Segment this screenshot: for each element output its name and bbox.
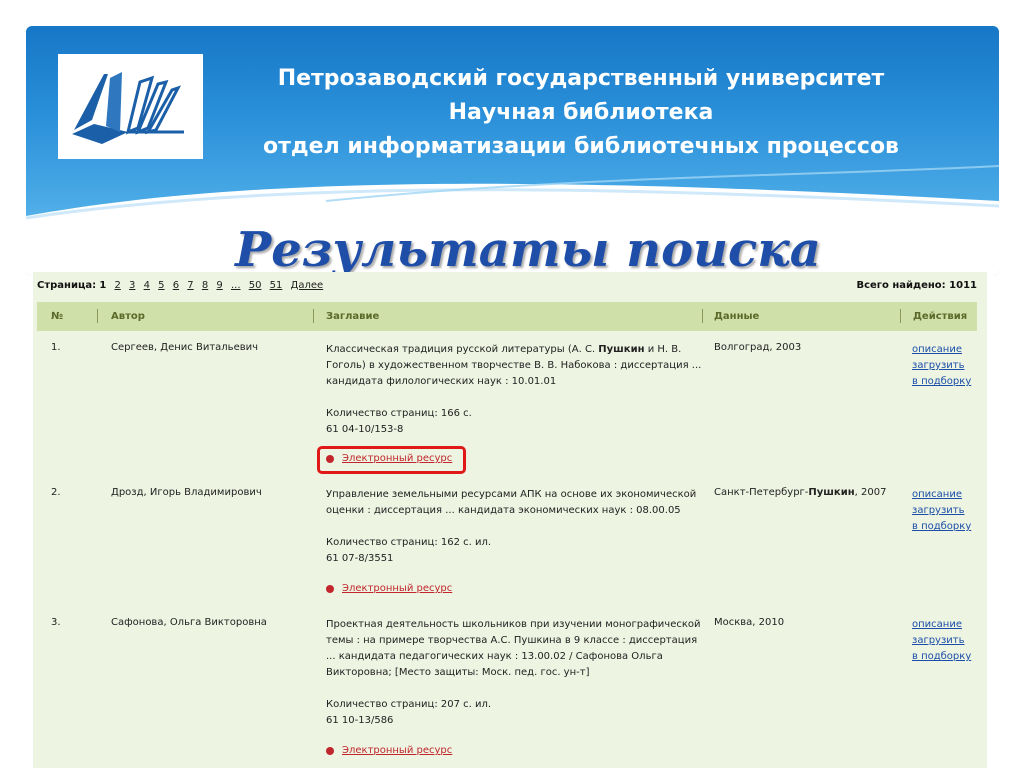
pagination-current: 1	[99, 280, 107, 291]
row-number: 3.	[51, 617, 61, 628]
search-results-panel: Страница: 1 2 3 4 5 6 7 8 9 ... 50 51 Да…	[33, 272, 987, 768]
pagination: Страница: 1 2 3 4 5 6 7 8 9 ... 50 51 Да…	[37, 280, 323, 291]
row-number: 2.	[51, 487, 61, 498]
describe-link[interactable]: описание	[912, 342, 971, 358]
table-header: № Автор Заглавие Данные Действия	[37, 302, 977, 331]
page-link-2[interactable]: 2	[114, 280, 120, 291]
download-link[interactable]: загрузить	[912, 358, 971, 374]
add-to-selection-link[interactable]: в подборку	[912, 519, 971, 535]
department-name: отдел информатизации библиотечных процес…	[263, 134, 899, 159]
electronic-resource-link[interactable]: Электронный ресурс	[342, 583, 452, 594]
describe-link[interactable]: описание	[912, 617, 971, 633]
page-link-3[interactable]: 3	[129, 280, 135, 291]
row-pages: Количество страниц: 162 с. ил.	[326, 537, 492, 548]
red-dot-icon	[326, 746, 334, 755]
library-book-logo	[71, 71, 184, 144]
row-data: Санкт-Петербург-Пушкин, 2007	[714, 487, 887, 498]
row-title: Классическая традиция русской литературы…	[326, 344, 702, 387]
page-link-8[interactable]: 8	[202, 280, 208, 291]
row-pages: Количество страниц: 207 с. ил.	[326, 699, 492, 710]
row-title: Проектная деятельность школьников при из…	[326, 619, 701, 678]
total-found: Всего найдено: 1011	[856, 280, 977, 291]
column-author: Автор	[111, 311, 145, 322]
electronic-resource: Электронный ресурс	[326, 583, 452, 594]
page-link-7[interactable]: 7	[187, 280, 193, 291]
red-dot-icon	[326, 584, 334, 593]
column-actions: Действия	[913, 311, 968, 322]
row-actions: описание загрузить в подборку	[912, 342, 971, 390]
column-num: №	[51, 311, 64, 322]
next-page-link[interactable]: Далее	[291, 280, 324, 291]
university-name: Петрозаводский государственный университ…	[277, 66, 885, 91]
highlight-frame	[317, 446, 466, 474]
electronic-resource: Электронный ресурс	[326, 745, 452, 756]
row-author: Сергеев, Денис Витальевич	[111, 342, 259, 353]
row-data: Москва, 2010	[714, 617, 785, 628]
column-data: Данные	[714, 311, 760, 322]
describe-link[interactable]: описание	[912, 487, 971, 503]
page-link-6[interactable]: 6	[173, 280, 179, 291]
add-to-selection-link[interactable]: в подборку	[912, 649, 971, 665]
row-code: 61 10-13/586	[326, 715, 394, 726]
row-title: Управление земельными ресурсами АПК на о…	[326, 489, 697, 516]
row-actions: описание загрузить в подборку	[912, 487, 971, 535]
page-link-50[interactable]: 50	[249, 280, 262, 291]
slide-title: Результаты поиска	[235, 222, 821, 278]
row-author: Сафонова, Ольга Викторовна	[111, 617, 267, 628]
electronic-resource-link[interactable]: Электронный ресурс	[342, 745, 452, 756]
download-link[interactable]: загрузить	[912, 503, 971, 519]
page-link-5[interactable]: 5	[158, 280, 164, 291]
pagination-label: Страница:	[37, 280, 97, 291]
page-link-9[interactable]: 9	[216, 280, 222, 291]
column-title: Заглавие	[326, 311, 380, 322]
row-actions: описание загрузить в подборку	[912, 617, 971, 665]
library-logo	[58, 54, 203, 159]
row-code: 61 04-10/153-8	[326, 424, 404, 435]
row-code: 61 07-8/3551	[326, 553, 394, 564]
row-data: Волгоград, 2003	[714, 342, 802, 353]
page-link-51[interactable]: 51	[270, 280, 283, 291]
row-author: Дрозд, Игорь Владимирович	[111, 487, 262, 498]
page-link-ellipsis[interactable]: ...	[231, 280, 241, 291]
add-to-selection-link[interactable]: в подборку	[912, 374, 971, 390]
library-name: Научная библиотека	[448, 100, 714, 125]
download-link[interactable]: загрузить	[912, 633, 971, 649]
row-pages: Количество страниц: 166 с.	[326, 408, 472, 419]
page-link-4[interactable]: 4	[144, 280, 150, 291]
university-header: Петрозаводский государственный университ…	[256, 62, 906, 164]
row-number: 1.	[51, 342, 61, 353]
